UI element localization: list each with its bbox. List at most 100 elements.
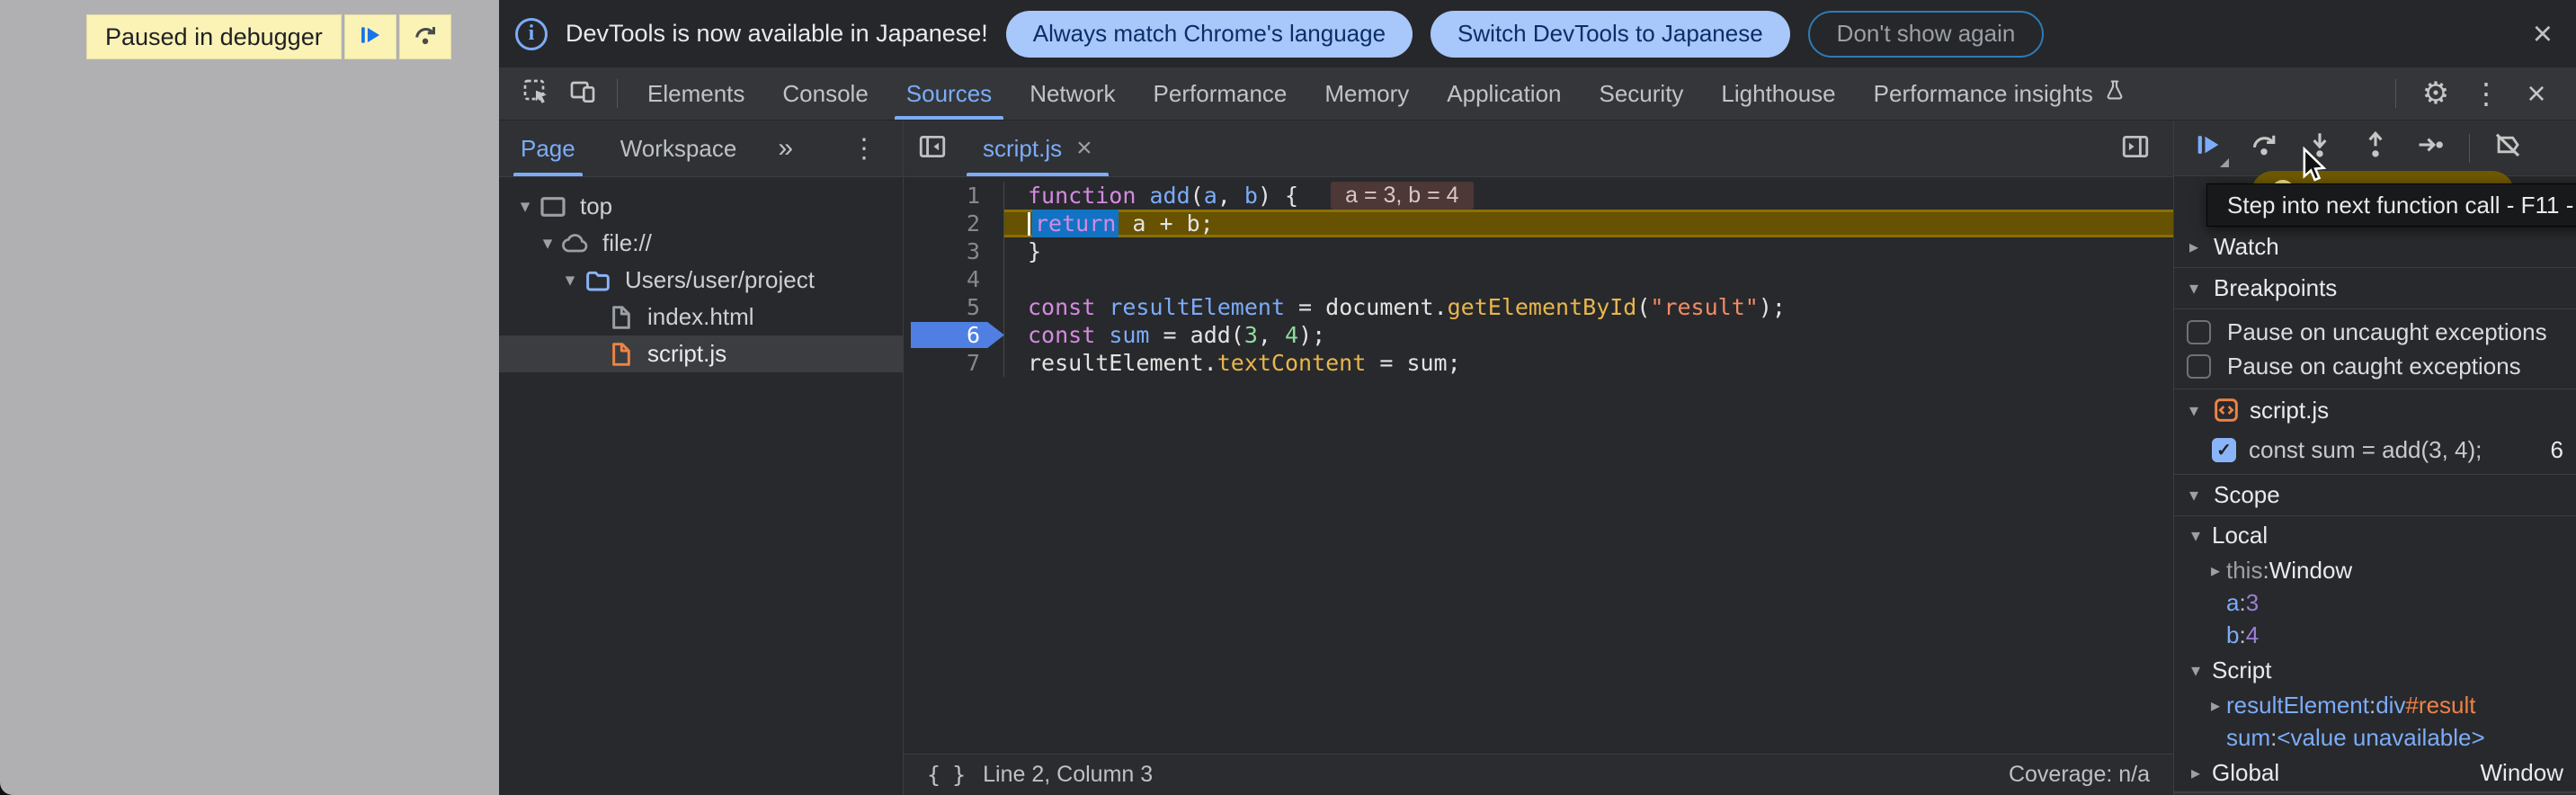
- toggle-pause-on-caught-exceptions[interactable]: Pause on caught exceptions: [2174, 349, 2576, 383]
- code-line-2: 2return a + b;: [904, 210, 2173, 237]
- close-icon[interactable]: ×: [1076, 135, 1092, 162]
- toggle-pause-on-uncaught-exceptions[interactable]: Pause on uncaught exceptions: [2174, 315, 2576, 349]
- code-editor[interactable]: 1function add(a, b) {a = 3, b = 42return…: [904, 177, 2173, 754]
- scope-value: div: [2375, 692, 2405, 719]
- chevron-down-icon: ▾: [557, 269, 584, 291]
- tab-security[interactable]: Security: [1581, 67, 1703, 120]
- line-number-1[interactable]: 1: [904, 182, 1004, 210]
- step-out-button[interactable]: [2350, 125, 2401, 172]
- tab-performance[interactable]: Performance: [1135, 67, 1306, 120]
- navigator-tab-workspace[interactable]: Workspace: [617, 121, 741, 176]
- code-token: textContent: [1217, 350, 1367, 376]
- line-number-4[interactable]: 4: [904, 265, 1004, 293]
- notification-close-icon[interactable]: ×: [2533, 17, 2553, 51]
- tree-item-file[interactable]: ▾file://: [499, 225, 903, 262]
- dropdown-corner-icon: [2220, 158, 2229, 167]
- checkbox-icon: ✓: [2212, 438, 2236, 462]
- code-line-content[interactable]: }: [1004, 237, 2173, 265]
- line-number-7[interactable]: 7: [904, 349, 1004, 377]
- file-icon: [606, 340, 635, 369]
- tree-item-script-js[interactable]: script.js: [499, 335, 903, 372]
- cloud-icon: [561, 229, 590, 258]
- scope-key: a: [2226, 589, 2239, 617]
- more-tabs-icon[interactable]: »: [778, 121, 791, 176]
- tab-console[interactable]: Console: [763, 67, 887, 120]
- open-file-tab-script-js[interactable]: script.js ×: [961, 121, 1114, 176]
- devtools-close-icon[interactable]: ×: [2515, 67, 2558, 120]
- chevron-down-icon: ▾: [2187, 659, 2205, 682]
- code-line-content[interactable]: resultElement.textContent = sum;: [1004, 349, 2173, 377]
- line-number-6[interactable]: 6: [904, 321, 1004, 349]
- tree-item-top[interactable]: ▾top: [499, 188, 903, 225]
- panel-right-icon: [2120, 131, 2151, 166]
- dont-show-again-button[interactable]: Don't show again: [1808, 11, 2045, 58]
- browser-page-background: Paused in debugger: [0, 0, 499, 795]
- breakpoint-entry[interactable]: ✓const sum = add(3, 4);6: [2174, 431, 2576, 469]
- scope-entry-b[interactable]: b: 4: [2174, 619, 2576, 651]
- scope-group-global[interactable]: ▸GlobalWindow: [2174, 754, 2576, 791]
- collapse-navigator-button[interactable]: [904, 121, 961, 176]
- tab-memory[interactable]: Memory: [1306, 67, 1428, 120]
- scope-value: <value unavailable>: [2277, 724, 2484, 752]
- inspect-element-button[interactable]: [513, 67, 559, 120]
- scope-key: this: [2226, 557, 2262, 585]
- code-token: ,: [1258, 322, 1285, 348]
- tab-performance-insights[interactable]: Performance insights: [1855, 67, 2146, 120]
- code-line-content[interactable]: return a + b;: [1004, 210, 2173, 237]
- code-line-content[interactable]: [1004, 265, 2173, 293]
- always-match-chrome-s-language-button[interactable]: Always match Chrome's language: [1006, 11, 1413, 58]
- tab-application[interactable]: Application: [1428, 67, 1580, 120]
- line-number-text: 1: [967, 183, 980, 209]
- code-line-content[interactable]: const resultElement = document.getElemen…: [1004, 293, 2173, 321]
- code-line-4: 4: [904, 265, 2173, 293]
- switch-devtools-to-japanese-button[interactable]: Switch DevTools to Japanese: [1431, 11, 1790, 58]
- device-toolbar-button[interactable]: [559, 67, 606, 120]
- tree-item-index-html[interactable]: index.html: [499, 299, 903, 335]
- code-line-content[interactable]: function add(a, b) {a = 3, b = 4: [1004, 182, 2173, 210]
- code-line-5: 5const resultElement = document.getEleme…: [904, 293, 2173, 321]
- scope-entry-this[interactable]: ▸this: Window: [2174, 554, 2576, 586]
- resume-script-button[interactable]: [344, 14, 397, 59]
- sources-panel: Page Workspace » ⋮ ▾top▾file://▾Users/use…: [499, 121, 2576, 795]
- chevron-down-icon: ▾: [2185, 484, 2203, 506]
- tab-elements[interactable]: Elements: [628, 67, 763, 120]
- kebab-menu-icon[interactable]: ⋮: [2465, 67, 2508, 120]
- resume-button[interactable]: [2183, 125, 2233, 172]
- tree-item-users-user-project[interactable]: ▾Users/user/project: [499, 262, 903, 299]
- panel-left-icon: [917, 131, 948, 166]
- scope-entry-sum[interactable]: sum: <value unavailable>: [2174, 721, 2576, 754]
- section-watch[interactable]: ▸ Watch: [2174, 227, 2576, 268]
- deactivate-breakpoints-button[interactable]: [2482, 125, 2533, 172]
- scope-entry-resultelement[interactable]: ▸resultElement: div#result: [2174, 689, 2576, 721]
- inspect-icon: [521, 77, 550, 111]
- scope-group-script[interactable]: ▾Script: [2174, 651, 2576, 689]
- pretty-print-icon[interactable]: { }: [927, 762, 965, 788]
- section-breakpoints[interactable]: ▾ Breakpoints: [2174, 268, 2576, 309]
- code-token: a: [1204, 183, 1217, 209]
- collapse-debugger-sidebar-button[interactable]: [2107, 131, 2164, 166]
- chevron-right-icon: ▸: [2187, 762, 2205, 784]
- tab-lighthouse[interactable]: Lighthouse: [1702, 67, 1854, 120]
- tab-network[interactable]: Network: [1011, 67, 1134, 120]
- selected-token-highlight: return: [1032, 210, 1119, 237]
- section-scope[interactable]: ▾ Scope: [2174, 475, 2576, 516]
- scope-group-local[interactable]: ▾Local: [2174, 516, 2576, 554]
- gear-icon[interactable]: ⚙: [2414, 67, 2457, 120]
- debugger-sidebar: ▸ Watch ▾ Breakpoints Pause on uncaught …: [2174, 121, 2576, 795]
- line-number-3[interactable]: 3: [904, 237, 1004, 265]
- tab-sources[interactable]: Sources: [887, 67, 1011, 120]
- code-line-content[interactable]: const sum = add(3, 4);: [1004, 321, 2173, 349]
- step-over-button[interactable]: [2239, 125, 2289, 172]
- scope-entry-a[interactable]: a: 3: [2174, 586, 2576, 619]
- breakpoint-file-script-js[interactable]: ▾script.js: [2174, 389, 2576, 431]
- chevron-down-icon: ▾: [2185, 399, 2203, 422]
- line-number-2[interactable]: 2: [904, 210, 1004, 237]
- step-over-button-page[interactable]: [399, 14, 451, 59]
- code-line-3: 3}: [904, 237, 2173, 265]
- line-number-5[interactable]: 5: [904, 293, 1004, 321]
- navigator-kebab-menu-icon[interactable]: ⋮: [843, 121, 885, 176]
- notification-bar: i DevTools is now available in Japanese!…: [499, 0, 2576, 67]
- paused-banner-label: Paused in debugger: [86, 14, 342, 59]
- navigator-tab-page[interactable]: Page: [517, 121, 579, 176]
- step-button[interactable]: [2406, 125, 2456, 172]
